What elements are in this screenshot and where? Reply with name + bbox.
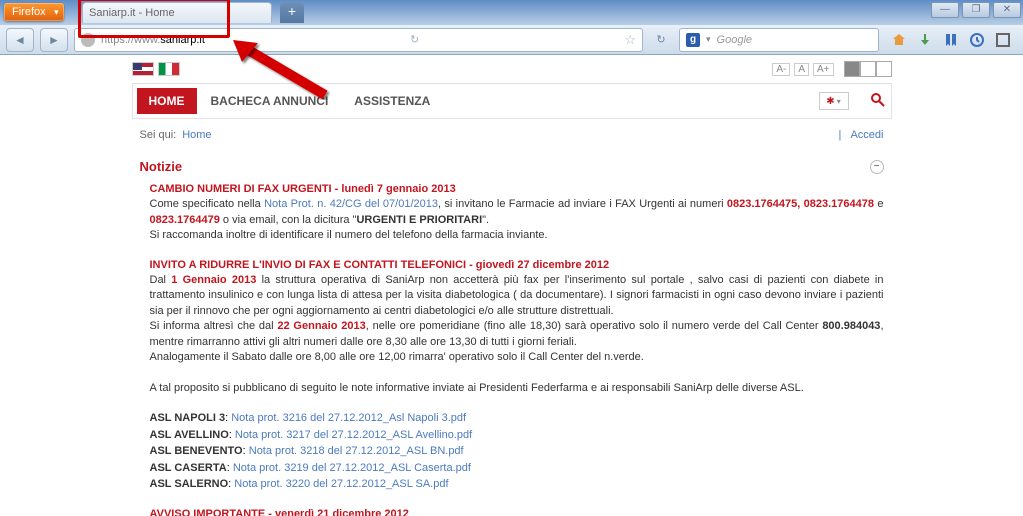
menu-assistenza[interactable]: ASSISTENZA xyxy=(342,88,442,114)
asl-link[interactable]: Nota prot. 3216 del 27.12.2012_Asl Napol… xyxy=(231,412,466,424)
notizie-heading: Notizie xyxy=(140,159,183,174)
breadcrumb-label: Sei qui: xyxy=(140,129,177,141)
notice-1-title: CAMBIO NUMERI DI FAX URGENTI - lunedì 7 … xyxy=(150,183,456,195)
asl-link[interactable]: Nota prot. 3218 del 27.12.2012_ASL BN.pd… xyxy=(249,445,464,457)
search-placeholder: Google xyxy=(717,34,752,46)
font-reset-button[interactable]: A xyxy=(794,63,809,76)
back-button[interactable]: ◄ xyxy=(6,28,34,52)
site-search-icon[interactable] xyxy=(869,92,887,110)
notice-3: AVVISO IMPORTANTE - venerdì 21 dicembre … xyxy=(150,507,884,516)
notice-1: CAMBIO NUMERI DI FAX URGENTI - lunedì 7 … xyxy=(150,182,884,244)
menu-bacheca-annunci[interactable]: BACHECA ANNUNCI xyxy=(199,88,341,114)
accedi-link[interactable]: Accedi xyxy=(850,129,883,141)
asl-label: ASL BENEVENTO xyxy=(150,445,243,457)
window-minimize-button[interactable]: — xyxy=(931,2,959,18)
language-dropdown[interactable]: ✱ xyxy=(819,92,849,110)
asl-link[interactable]: Nota prot. 3220 del 27.12.2012_ASL SA.pd… xyxy=(234,478,448,490)
asl-label: ASL NAPOLI 3 xyxy=(150,412,226,424)
bookmarks-icon[interactable] xyxy=(943,32,959,48)
forward-button[interactable]: ► xyxy=(40,28,68,52)
address-bar[interactable]: https://www.saniarp.it ↻ ☆ xyxy=(74,28,643,52)
window-maximize-button[interactable]: ❐ xyxy=(962,2,990,18)
window-close-button[interactable]: ✕ xyxy=(993,2,1021,18)
url-prefix: https://www. xyxy=(101,34,160,46)
layout-width-toggle[interactable] xyxy=(844,61,892,77)
history-icon[interactable] xyxy=(969,32,985,48)
collapse-icon[interactable]: − xyxy=(870,160,884,174)
asl-label: ASL CASERTA xyxy=(150,462,227,474)
browser-tab[interactable]: Saniarp.it - Home xyxy=(82,2,272,23)
notice-2-title: INVITO A RIDURRE L'INVIO DI FAX E CONTAT… xyxy=(150,259,610,271)
firefox-app-button[interactable]: Firefox xyxy=(4,3,64,21)
google-icon: g xyxy=(686,33,700,47)
bookmark-star-icon[interactable]: ☆ xyxy=(624,32,636,48)
asl-link[interactable]: Nota prot. 3219 del 27.12.2012_ASL Caser… xyxy=(233,462,471,474)
accedi-sep: | xyxy=(839,129,845,141)
refresh-inline-icon[interactable]: ↻ xyxy=(410,33,419,46)
fullscreen-icon[interactable] xyxy=(995,32,1011,48)
asl-label: ASL AVELLINO xyxy=(150,429,229,441)
download-icon[interactable] xyxy=(917,32,933,48)
url-domain: saniarp.it xyxy=(160,34,205,46)
asl-list: ASL NAPOLI 3: Nota prot. 3216 del 27.12.… xyxy=(150,410,884,493)
menu-home[interactable]: HOME xyxy=(137,88,197,114)
nota-prot-42-link[interactable]: Nota Prot. n. 42/CG del 07/01/2013 xyxy=(264,198,438,210)
notice-2: INVITO A RIDURRE L'INVIO DI FAX E CONTAT… xyxy=(150,258,884,397)
notice-3-title: AVVISO IMPORTANTE - venerdì 21 dicembre … xyxy=(150,508,409,516)
reload-button[interactable]: ↻ xyxy=(649,33,673,46)
flag-us-icon[interactable] xyxy=(132,62,154,76)
breadcrumb-home[interactable]: Home xyxy=(182,129,211,141)
asl-link[interactable]: Nota prot. 3217 del 27.12.2012_ASL Avell… xyxy=(235,429,472,441)
new-tab-button[interactable]: + xyxy=(280,2,304,23)
asl-label: ASL SALERNO xyxy=(150,478,229,490)
flag-it-icon[interactable] xyxy=(158,62,180,76)
search-box[interactable]: g ▾ Google xyxy=(679,28,879,52)
home-icon[interactable] xyxy=(891,32,907,48)
font-decrease-button[interactable]: A- xyxy=(772,63,790,76)
globe-icon xyxy=(81,33,95,47)
font-increase-button[interactable]: A+ xyxy=(813,63,834,76)
